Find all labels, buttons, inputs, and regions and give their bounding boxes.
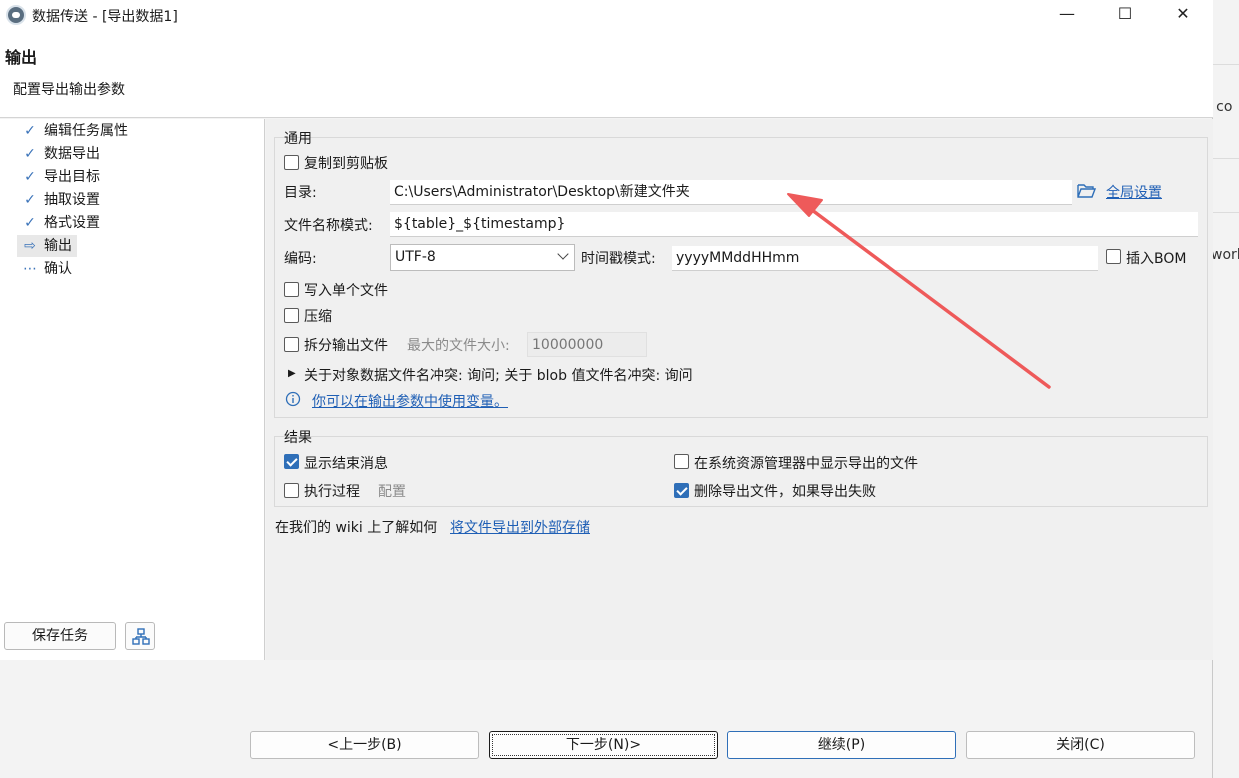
check-icon: ✓ — [24, 215, 36, 231]
check-icon: ✓ — [24, 123, 36, 139]
close-button[interactable]: 关闭(C) — [966, 731, 1195, 759]
title-bar: 数据传送 - [导出数据1] — ☐ ✕ — [0, 0, 1213, 30]
background-app: y, co worl — [1213, 0, 1239, 778]
show-in-explorer-checkbox[interactable] — [674, 454, 689, 469]
max-file-size-label: 最大的文件大小: — [407, 338, 510, 354]
nav-step-format-settings[interactable]: ✓ 格式设置 — [17, 212, 100, 234]
nav-step-export-target[interactable]: ✓ 导出目标 — [17, 166, 100, 188]
insert-bom-label: 插入BOM — [1126, 251, 1187, 267]
execute-process-label: 执行过程 — [304, 484, 360, 500]
encoding-select[interactable]: UTF-8 — [390, 244, 575, 271]
encoding-label: 编码: — [284, 251, 317, 267]
check-icon: ✓ — [24, 192, 36, 208]
file-name-pattern-label: 文件名称模式: — [284, 218, 373, 234]
show-in-explorer-label: 在系统资源管理器中显示导出的文件 — [694, 456, 918, 472]
show-finish-message-label: 显示结束消息 — [304, 456, 388, 472]
timestamp-pattern-label: 时间戳模式: — [581, 251, 656, 267]
write-single-file-checkbox[interactable] — [284, 282, 299, 297]
save-task-button[interactable]: 保存任务 — [4, 622, 116, 650]
copy-to-clipboard-label: 复制到剪贴板 — [304, 156, 388, 172]
check-icon: ✓ — [24, 146, 36, 162]
page-description: 配置导出输出参数 — [13, 82, 125, 98]
info-icon — [285, 391, 301, 407]
maximize-button[interactable]: ☐ — [1096, 0, 1154, 30]
nav-step-label: 确认 — [44, 261, 72, 277]
nav-step-confirm[interactable]: ⋯ 确认 — [17, 258, 72, 280]
timestamp-pattern-field[interactable]: yyyyMMddHHmm — [672, 246, 1098, 271]
app-logo-icon — [6, 5, 26, 25]
next-button[interactable]: 下一步(N)> — [489, 731, 718, 759]
minimize-button[interactable]: — — [1038, 0, 1096, 30]
directory-label: 目录: — [284, 185, 317, 201]
nav-step-label: 导出目标 — [44, 169, 100, 185]
check-icon: ✓ — [24, 169, 36, 185]
split-output-checkbox[interactable] — [284, 337, 299, 352]
window-title: 数据传送 - [导出数据1] — [32, 9, 178, 25]
nav-step-label: 数据导出 — [44, 146, 100, 162]
directory-field[interactable]: C:\Users\Administrator\Desktop\新建文件夹 — [390, 180, 1072, 205]
general-group-title: 通用 — [284, 131, 312, 147]
continue-button[interactable]: 继续(P) — [727, 731, 956, 759]
output-settings-panel: 通用 复制到剪贴板 目录: C:\Users\Administrator\Des… — [266, 119, 1213, 660]
back-button[interactable]: <上一步(B) — [250, 731, 479, 759]
encoding-value: UTF-8 — [395, 249, 436, 265]
nav-step-label: 编辑任务属性 — [44, 123, 128, 139]
chevron-down-icon — [557, 248, 569, 260]
hierarchy-icon — [132, 628, 150, 645]
compress-checkbox[interactable] — [284, 308, 299, 323]
page-title: 输出 — [5, 48, 38, 67]
nav-step-label: 抽取设置 — [44, 192, 100, 208]
execute-process-checkbox[interactable] — [284, 483, 299, 498]
page-header: 输出 配置导出输出参数 — [0, 30, 1213, 118]
variables-hint-link[interactable]: 你可以在输出参数中使用变量。 — [312, 391, 508, 411]
wiki-text: 在我们的 wiki 上了解如何 — [275, 520, 438, 536]
dots-icon: ⋯ — [23, 261, 37, 277]
configure-process-link[interactable]: 配置 — [378, 481, 406, 501]
max-file-size-field[interactable]: 10000000 — [527, 332, 647, 357]
file-name-pattern-field[interactable]: ${table}_${timestamp} — [390, 212, 1198, 237]
copy-to-clipboard-checkbox[interactable] — [284, 155, 299, 170]
folder-open-icon[interactable] — [1077, 183, 1096, 199]
task-tree-button[interactable] — [125, 622, 155, 650]
data-transfer-dialog: 数据传送 - [导出数据1] — ☐ ✕ 输出 配置导出输出参数 ✓ 编辑任务属… — [0, 0, 1213, 778]
delete-on-fail-checkbox[interactable] — [674, 483, 689, 498]
nav-step-output[interactable]: ⇨ 输出 — [17, 235, 77, 257]
nav-step-extract-settings[interactable]: ✓ 抽取设置 — [17, 189, 100, 211]
close-window-button[interactable]: ✕ — [1154, 0, 1212, 30]
show-finish-message-checkbox[interactable] — [284, 454, 299, 469]
background-divider — [1213, 158, 1239, 159]
nav-step-edit-task[interactable]: ✓ 编辑任务属性 — [17, 120, 128, 142]
nav-step-data-export[interactable]: ✓ 数据导出 — [17, 143, 100, 165]
results-group-title: 结果 — [284, 430, 312, 446]
insert-bom-checkbox[interactable] — [1106, 249, 1121, 264]
split-output-label: 拆分输出文件 — [304, 338, 388, 354]
nav-step-label: 格式设置 — [44, 215, 100, 231]
global-settings-link[interactable]: 全局设置 — [1106, 182, 1162, 202]
compress-label: 压缩 — [304, 309, 332, 325]
background-divider — [1213, 64, 1239, 65]
background-text: y, co — [1213, 99, 1233, 115]
wizard-steps-nav: ✓ 编辑任务属性 ✓ 数据导出 ✓ 导出目标 ✓ 抽取设置 ✓ 格式设置 ⇨ 输… — [0, 119, 265, 660]
arrow-right-icon: ⇨ — [24, 238, 36, 254]
wiki-export-link[interactable]: 将文件导出到外部存储 — [450, 517, 590, 537]
background-divider — [1213, 212, 1239, 213]
expand-triangle-icon[interactable]: ▶ — [288, 365, 296, 383]
file-name-conflict-settings[interactable]: 关于对象数据文件名冲突: 询问; 关于 blob 值文件名冲突: 询问 — [304, 365, 693, 385]
delete-on-fail-label: 删除导出文件，如果导出失败 — [694, 484, 876, 500]
background-text: worl — [1213, 247, 1239, 263]
write-single-file-label: 写入单个文件 — [304, 283, 388, 299]
nav-step-label: 输出 — [44, 238, 72, 254]
